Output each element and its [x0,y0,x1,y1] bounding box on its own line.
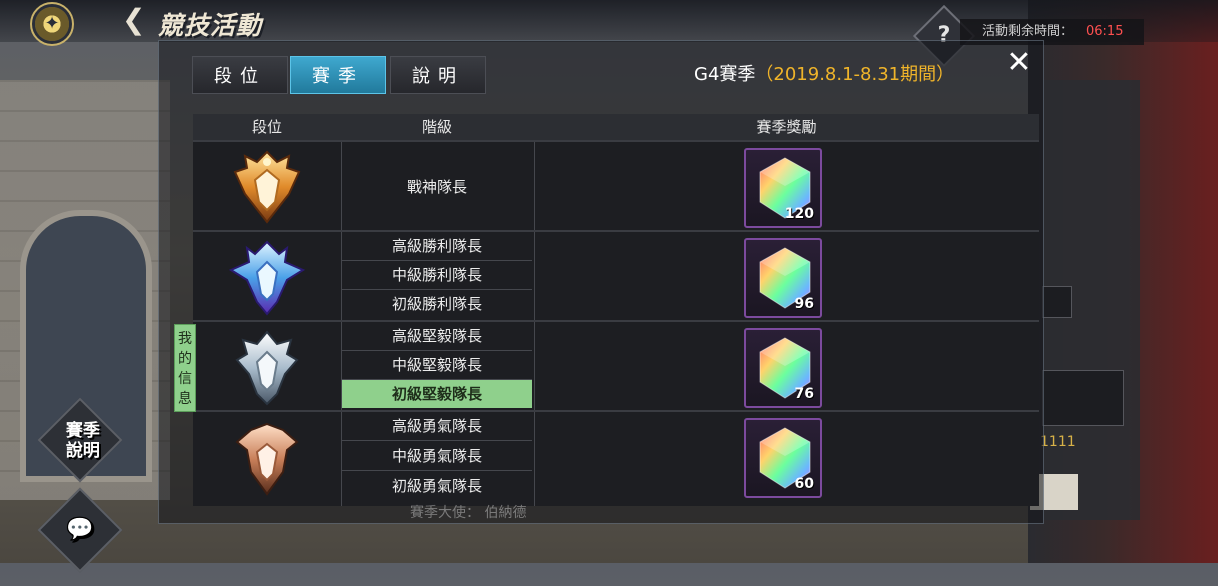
tier-label: 初級勝利隊長 [391,295,482,313]
season-title: G4賽季（2019.8.1-8.31期間） [694,62,954,88]
reward-crystal-card[interactable]: 60 [744,418,822,498]
reward-quantity: 76 [794,386,814,402]
tier-column: 高級勝利隊長 中級勝利隊長 初級勝利隊長 [341,232,535,320]
chat-bubble-icon: 💬 [66,517,94,542]
tier-label: 初級勇氣隊長 [391,477,482,495]
tier-label: 高級勇氣隊長 [342,412,532,441]
my-info-marker: 我的信息 [174,324,196,412]
header-rank: 段位 [251,118,282,136]
chat-button[interactable]: 💬 [37,487,123,573]
tier-label: 中級堅毅隊長 [342,351,532,380]
tier-column: 高級勇氣隊長 中級勇氣隊長 初級勇氣隊長 [341,412,535,506]
rank-cell [193,412,341,506]
table-header: 段位 階級 賽季獎勵 [193,114,1039,140]
tier-column: 戰神隊長 [341,142,535,230]
gold-crown-badge-icon [233,150,301,224]
timer-value: 06:15 [1086,24,1124,39]
table-row: 高級勝利隊長 中級勝利隊長 初級勝利隊長 96 [193,230,1039,320]
bronze-badge-icon [235,422,299,496]
header-reward: 賽季獎勵 [756,118,817,136]
tier-label-current: 初級堅毅隊長 [342,380,532,408]
compass-emblem-icon: ✦ [30,2,74,46]
tab-season[interactable]: 賽季 [290,56,386,94]
header-tier: 階級 [421,118,452,136]
tier-label: 高級勝利隊長 [342,232,532,261]
rank-cell [193,232,341,320]
table-row: 高級堅毅隊長 中級堅毅隊長 初級堅毅隊長 76 [193,320,1039,410]
season-period: （2019.8.1-8.31期間） [755,64,955,85]
reward-cell: 60 [534,412,1039,506]
table-row: 戰神隊長 120 [193,140,1039,230]
background-box [1042,286,1072,318]
reward-cell: 76 [534,322,1039,410]
reward-crystal-card[interactable]: 96 [744,238,822,318]
rank-cell [193,142,341,230]
silver-badge-icon [235,330,299,406]
reward-cell: 96 [534,232,1039,320]
tier-label: 戰神隊長 [406,177,467,196]
reward-quantity: 60 [794,476,814,492]
background-box [1042,370,1124,426]
season-reward-table: 段位 階級 賽季獎勵 戰神隊長 120 高級勝利隊長 中級勝利隊長 初級勝利隊長… [193,114,1039,506]
background-gold-text: 1111 [1040,434,1076,450]
tier-label: 中級勝利隊長 [342,261,532,290]
reward-quantity: 120 [784,206,814,222]
reward-quantity: 96 [794,296,814,312]
season-ambassador-text: 賽季大使： 伯納德 [410,505,527,521]
season-name: G4賽季 [694,64,756,85]
season-info-label: 賽季 說明 [65,421,100,462]
reward-crystal-card[interactable]: 76 [744,328,822,408]
page-title: 競技活動 [158,11,263,40]
back-arrow-icon[interactable]: ❮ [122,4,145,36]
tier-label: 中級勇氣隊長 [342,442,532,471]
tier-column: 高級堅毅隊長 中級堅毅隊長 初級堅毅隊長 [341,322,535,410]
table-row: 高級勇氣隊長 中級勇氣隊長 初級勇氣隊長 60 [193,410,1039,506]
reward-crystal-card[interactable]: 120 [744,148,822,228]
blue-winged-badge-icon [228,240,306,316]
tab-rank[interactable]: 段位 [192,56,288,94]
tier-label: 高級堅毅隊長 [342,322,532,351]
reward-cell: 120 [534,142,1039,230]
rank-cell [193,322,341,410]
tab-description[interactable]: 說明 [390,56,486,94]
close-icon[interactable]: ✕ [1000,48,1038,78]
